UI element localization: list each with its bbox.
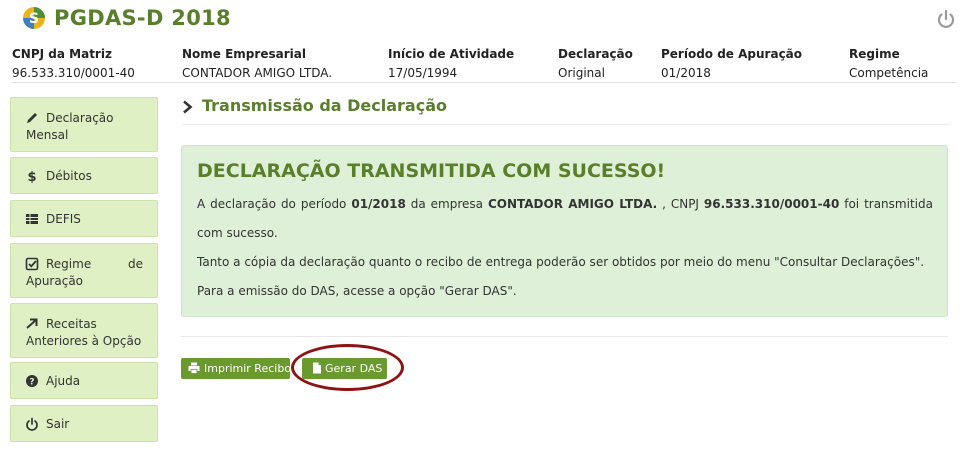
sidebar-item-defis[interactable]: DEFIS xyxy=(10,200,158,237)
alert-paragraph-1: A declaração do período 01/2018 da empre… xyxy=(197,192,933,221)
alert-paragraph-2: Tanto a cópia da declaração quanto o rec… xyxy=(197,255,925,269)
info-value: 96.533.310/0001-40 xyxy=(12,66,135,80)
app-title: PGDAS-D 2018 xyxy=(54,6,231,30)
sidebar-item-label: de xyxy=(128,257,143,271)
info-value: CONTADOR AMIGO LTDA. xyxy=(182,66,333,80)
alert-paragraph-1-cont: com sucesso. xyxy=(197,226,278,240)
alert-text: , CNPJ xyxy=(662,197,699,211)
alert-text: foi transmitida xyxy=(844,197,933,211)
printer-icon xyxy=(188,362,200,374)
logo-icon: S xyxy=(23,7,45,29)
alert-cnpj: 96.533.310/0001-40 xyxy=(703,197,840,211)
generate-das-label: Gerar DAS xyxy=(325,362,383,375)
info-col-cnpj: CNPJ da Matriz 96.533.310/0001-40 xyxy=(12,46,135,82)
title-divider xyxy=(182,124,948,125)
svg-text:S: S xyxy=(29,11,39,27)
logout-power-icon[interactable] xyxy=(935,8,957,30)
info-header: Início de Atividade xyxy=(388,47,515,61)
sidebar-item-label: Débitos xyxy=(46,169,92,183)
sidebar-item-label: Sair xyxy=(46,417,70,431)
success-alert: DECLARAÇÃO TRANSMITIDA COM SUCESSO! A de… xyxy=(181,145,948,317)
sidebar-item-label: Receitas xyxy=(46,317,97,331)
file-icon xyxy=(313,362,321,374)
alert-text: A declaração do período xyxy=(197,197,347,211)
declaration-info-table: CNPJ da Matriz 96.533.310/0001-40 Nome E… xyxy=(12,46,956,83)
sidebar-item-label: Mensal xyxy=(26,128,69,142)
info-header: Período de Apuração xyxy=(661,47,803,61)
page-title: Transmissão da Declaração xyxy=(202,96,447,115)
alert-paragraph-3: Para a emissão do DAS, acesse a opção "G… xyxy=(197,284,517,298)
generate-das-button[interactable]: Gerar DAS xyxy=(302,358,387,379)
alert-period: 01/2018 xyxy=(351,197,406,211)
chevron-right-icon xyxy=(183,100,193,114)
info-header: Nome Empresarial xyxy=(182,47,306,61)
sidebar-item-label: Anteriores à Opção xyxy=(26,334,142,348)
info-col-period: Período de Apuração 01/2018 xyxy=(661,46,802,82)
sidebar-item-declaracao-mensal[interactable]: Declaração Mensal xyxy=(10,97,158,152)
sidebar-item-ajuda[interactable]: ? Ajuda xyxy=(10,362,158,399)
sidebar-item-label: Apuração xyxy=(26,274,84,288)
alert-body: A declaração do período 01/2018 da empre… xyxy=(197,192,933,308)
sidebar-item-label: Ajuda xyxy=(46,374,81,388)
info-header: Declaração xyxy=(558,47,633,61)
print-receipt-button[interactable]: Imprimir Recibo xyxy=(181,358,292,379)
info-col-regime: Regime Competência xyxy=(849,46,928,82)
alert-title: DECLARAÇÃO TRANSMITIDA COM SUCESSO! xyxy=(197,160,666,182)
print-receipt-label: Imprimir Recibo xyxy=(204,362,292,375)
alert-text: da empresa xyxy=(410,197,484,211)
info-value: 01/2018 xyxy=(661,66,711,80)
info-col-declaration: Declaração Original xyxy=(558,46,633,82)
sidebar-item-label: Regime xyxy=(46,257,92,271)
info-value: Original xyxy=(558,66,605,80)
sidebar-item-label: Declaração xyxy=(46,111,114,125)
top-bar: S PGDAS-D 2018 xyxy=(0,0,966,40)
actions-divider xyxy=(181,336,948,337)
sidebar-item-regime-apuracao[interactable]: Regime de Apuração xyxy=(10,243,158,298)
alert-company: CONTADOR AMIGO LTDA. xyxy=(487,197,658,211)
info-value: 17/05/1994 xyxy=(388,66,458,80)
sidebar-item-debitos[interactable]: $ Débitos xyxy=(10,157,158,194)
sidebar-item-label: DEFIS xyxy=(46,212,81,226)
info-col-name: Nome Empresarial CONTADOR AMIGO LTDA. xyxy=(182,46,332,82)
info-header: Regime xyxy=(849,47,900,61)
sidebar-item-receitas-anteriores[interactable]: Receitas Anteriores à Opção xyxy=(10,303,158,358)
info-col-start: Início de Atividade 17/05/1994 xyxy=(388,46,514,82)
info-header: CNPJ da Matriz xyxy=(12,47,112,61)
sidebar-item-sair[interactable]: Sair xyxy=(10,405,158,442)
info-value: Competência xyxy=(849,66,929,80)
